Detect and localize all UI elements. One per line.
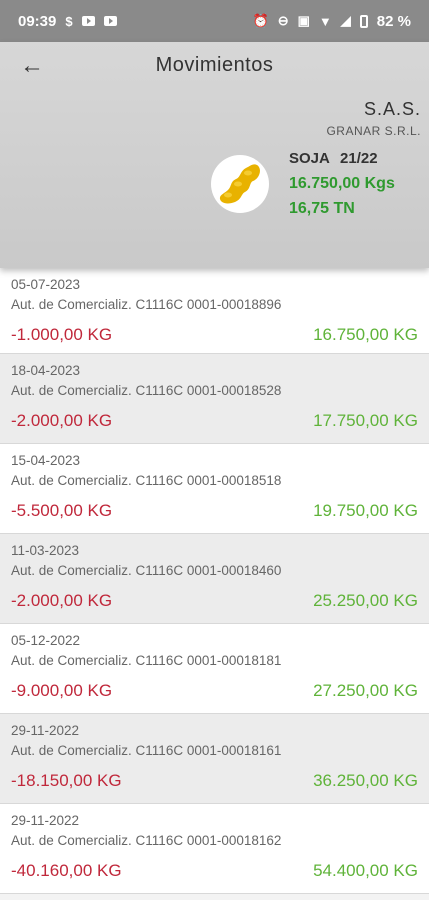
- status-right: ⏰ ⊖ ▣ ▼ ◢ 82 %: [253, 13, 411, 30]
- movement-quantity: -1.000,00 KG: [11, 325, 113, 344]
- page-title: Movimientos: [155, 54, 274, 76]
- movement-date: 11-03-2023: [11, 543, 80, 558]
- movement-description: Aut. de Comercializ. C1116C 0001-0001818…: [11, 653, 282, 668]
- youtube-icon: [81, 16, 95, 26]
- movement-balance: 25.250,00 KG: [313, 591, 418, 610]
- status-bar: 09:39 $ ⏰ ⊖ ▣ ▼ ◢ 82 %: [0, 0, 429, 42]
- movement-balance: 27.250,00 KG: [313, 681, 418, 700]
- movement-description: Aut. de Comercializ. C1116C 0001-0001816…: [11, 833, 282, 848]
- alarm-icon: ⏰: [252, 13, 269, 28]
- movement-balance: 16.750,00 KG: [313, 325, 418, 344]
- movement-date: 29-11-2022: [11, 723, 80, 738]
- movement-date: 05-12-2022: [11, 633, 81, 648]
- movement-quantity: -5.500,00 KG: [11, 501, 113, 520]
- battery-icon: [359, 14, 368, 28]
- movement-quantity: -18.150,00 KG: [11, 771, 122, 790]
- campaign: 21/22: [340, 150, 378, 167]
- movement-balance: 17.750,00 KG: [313, 411, 418, 430]
- battery-level: 82 %: [376, 12, 411, 30]
- movement-quantity: -2.000,00 KG: [11, 411, 113, 430]
- list-item[interactable]: 05-07-2023 Aut. de Comercializ. C1116C 0…: [0, 268, 429, 354]
- list-item[interactable]: 05-12-2022 Aut. de Comercializ. C1116C 0…: [0, 624, 429, 714]
- soybean-icon: [211, 155, 269, 213]
- nfc-icon: ▣: [297, 13, 310, 28]
- movement-quantity: -2.000,00 KG: [11, 591, 113, 610]
- movement-description: Aut. de Comercializ. C1116C 0001-0001889…: [11, 297, 282, 312]
- company-subtitle: GRANAR S.R.L.: [326, 124, 421, 138]
- youtube-icon-2: [103, 16, 117, 26]
- list-item[interactable]: 15-04-2023 Aut. de Comercializ. C1116C 0…: [0, 444, 429, 534]
- movement-description: Aut. de Comercializ. C1116C 0001-0001852…: [11, 383, 282, 398]
- movement-balance: 36.250,00 KG: [313, 771, 418, 790]
- list-item[interactable]: 18-04-2023 Aut. de Comercializ. C1116C 0…: [0, 354, 429, 444]
- movement-quantity: -9.000,00 KG: [11, 681, 113, 700]
- movement-description: Aut. de Comercializ. C1116C 0001-0001846…: [11, 563, 282, 578]
- total-kgs: 16.750,00 Kgs: [289, 175, 395, 192]
- s-app-icon: $: [65, 13, 73, 29]
- list-item[interactable]: 29-11-2022 Aut. de Comercializ. C1116C 0…: [0, 804, 429, 894]
- crop-name: SOJA: [289, 150, 330, 167]
- wifi-icon: ▼: [318, 13, 332, 29]
- movement-date: 05-07-2023: [11, 277, 81, 292]
- header: ← Movimientos S.A.S. GRANAR S.R.L. SOJA …: [0, 42, 429, 268]
- total-tn: 16,75 TN: [289, 200, 355, 217]
- movement-quantity: -40.160,00 KG: [11, 861, 122, 880]
- movement-balance: 54.400,00 KG: [313, 861, 418, 880]
- crop-info: SOJA 21/22: [289, 150, 384, 167]
- list-item[interactable]: 29-11-2022 Aut. de Comercializ. C1116C 0…: [0, 714, 429, 804]
- status-time: 09:39: [18, 12, 57, 30]
- movement-description: Aut. de Comercializ. C1116C 0001-0001816…: [11, 743, 282, 758]
- status-left: 09:39 $: [18, 13, 117, 30]
- do-not-disturb-icon: ⊖: [277, 13, 289, 28]
- movement-description: Aut. de Comercializ. C1116C 0001-0001851…: [11, 473, 282, 488]
- signal-icon: ◢: [340, 13, 351, 28]
- movement-date: 18-04-2023: [11, 363, 81, 378]
- list-item[interactable]: 11-03-2023 Aut. de Comercializ. C1116C 0…: [0, 534, 429, 624]
- company-name: S.A.S.: [363, 99, 421, 119]
- movement-date: 15-04-2023: [11, 453, 81, 468]
- movement-date: 29-11-2022: [11, 813, 80, 828]
- movement-balance: 19.750,00 KG: [313, 501, 418, 520]
- movements-list: 05-07-2023 Aut. de Comercializ. C1116C 0…: [0, 268, 429, 894]
